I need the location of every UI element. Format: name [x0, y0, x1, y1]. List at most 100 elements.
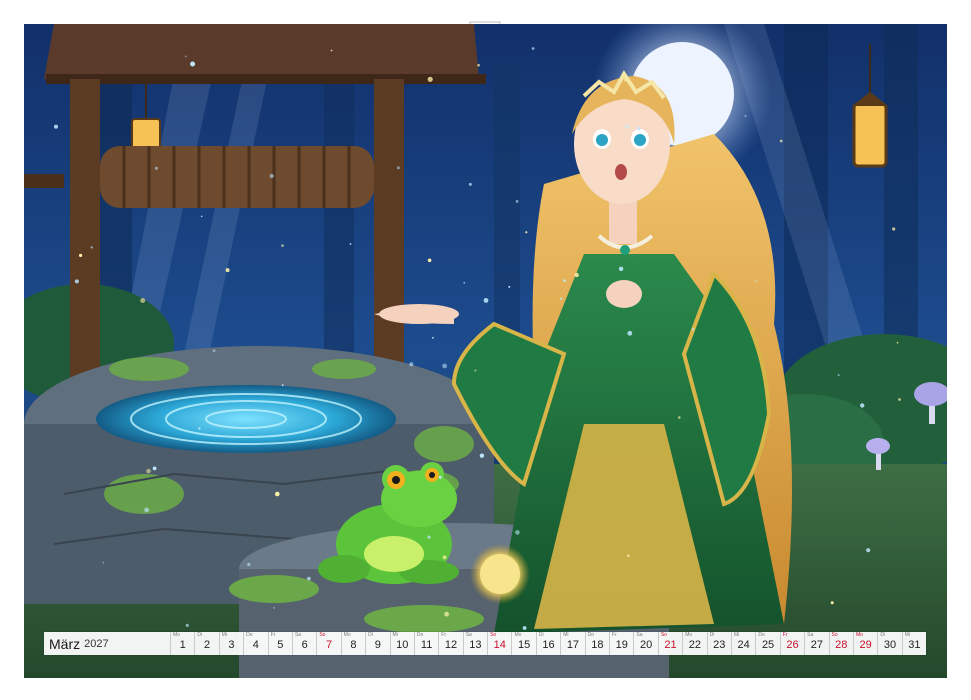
firefly: [144, 507, 149, 513]
day-number: 21: [664, 639, 677, 651]
firefly: [269, 173, 274, 179]
day-cell: Mo 22: [683, 632, 708, 655]
day-cell: Mo 15: [512, 632, 537, 655]
firefly: [468, 182, 472, 186]
day-cell: Mo 29: [854, 632, 879, 655]
day-number: 10: [396, 639, 409, 651]
day-number: 3: [228, 639, 235, 651]
firefly: [330, 49, 333, 52]
day-number: 11: [420, 639, 433, 651]
firefly: [744, 114, 747, 118]
day-cell: Fr 5: [269, 632, 293, 655]
day-cell: Mo 8: [342, 632, 367, 655]
day-number: 16: [542, 639, 555, 651]
day-number: 12: [444, 639, 458, 651]
date-strip: März 2027 Mo 1 Di 2 Mi 3 Do 4 Fr 5 Sa 6 So 7 Mo 8 Di 9 Mi 1…: [44, 632, 926, 655]
firefly: [307, 576, 311, 581]
firefly: [53, 124, 59, 129]
firefly: [432, 336, 434, 339]
firefly: [625, 124, 629, 129]
firefly: [212, 349, 216, 352]
day-cell: Di 16: [537, 632, 562, 655]
day-number: 5: [277, 639, 284, 651]
day-cell: Mi 17: [561, 632, 586, 655]
day-cell: Sa 20: [634, 632, 659, 655]
firefly: [273, 607, 275, 609]
firefly: [525, 231, 528, 234]
day-number: 25: [761, 639, 775, 651]
day-number: 2: [204, 639, 211, 651]
firefly: [896, 341, 899, 344]
day-cell: Fr 26: [781, 632, 806, 655]
day-cell: Di 30: [878, 632, 903, 655]
firefly: [563, 279, 566, 282]
day-number: 20: [639, 639, 653, 651]
firefly: [442, 555, 447, 560]
firefly: [225, 268, 230, 273]
day-cell: Sa 13: [464, 632, 489, 655]
firefly: [474, 369, 477, 372]
firefly: [185, 623, 189, 628]
month-name: März: [49, 635, 81, 652]
firefly: [190, 61, 196, 67]
artwork: [24, 24, 947, 678]
day-cell: Fr 19: [610, 632, 635, 655]
day-cell: So 7: [317, 632, 342, 655]
firefly: [479, 453, 485, 458]
firefly: [637, 127, 641, 131]
firefly: [463, 282, 466, 284]
firefly: [627, 330, 633, 336]
firefly: [438, 475, 442, 479]
day-cell: Mo 1: [171, 632, 196, 655]
firefly: [444, 611, 449, 617]
firefly: [74, 279, 79, 284]
firefly: [247, 562, 251, 567]
firefly: [427, 258, 432, 263]
firefly: [866, 548, 871, 553]
fairy-tale-illustration: [24, 24, 947, 678]
well-water: [96, 385, 396, 453]
firefly: [409, 362, 414, 367]
firefly: [627, 554, 630, 557]
day-number: 23: [713, 639, 726, 651]
day-number: 24: [737, 639, 750, 651]
firefly: [281, 384, 284, 387]
day-cell: So 14: [488, 632, 513, 655]
firefly: [152, 466, 157, 471]
firefly: [898, 398, 901, 401]
firefly: [779, 139, 783, 143]
firefly: [892, 227, 896, 231]
day-cell: Mi 10: [391, 632, 415, 655]
firefly: [140, 298, 146, 303]
firefly: [624, 78, 628, 82]
firefly: [477, 63, 480, 67]
day-cell: Do 4: [244, 632, 269, 655]
day-number: 31: [908, 639, 921, 651]
day-cell: Mi 31: [903, 632, 926, 655]
day-cell: Do 18: [586, 632, 611, 655]
firefly: [79, 253, 83, 257]
firefly: [146, 468, 151, 474]
firefly: [618, 266, 624, 271]
day-cell: Mi 24: [732, 632, 757, 655]
firefly: [281, 244, 284, 248]
day-number: 4: [252, 639, 259, 651]
day-number: 14: [493, 639, 506, 651]
firefly: [560, 297, 563, 300]
firefly: [692, 328, 695, 331]
firefly: [678, 416, 681, 419]
day-cell: Do 25: [756, 632, 781, 655]
firefly: [198, 427, 201, 430]
day-number: 22: [688, 639, 702, 651]
day-number: 15: [518, 639, 531, 651]
day-cell: Fr 12: [439, 632, 464, 655]
calendar-page: März 2027 Mo 1 Di 2 Mi 3 Do 4 Fr 5 Sa 6 So 7 Mo 8 Di 9 Mi 1…: [0, 0, 971, 700]
month-label: März 2027: [44, 632, 171, 655]
firefly: [531, 47, 535, 50]
firefly: [200, 215, 203, 218]
firefly: [102, 561, 105, 564]
month-year: 2027: [84, 637, 109, 650]
day-cell: Di 23: [708, 632, 732, 655]
day-number: 8: [350, 639, 357, 651]
firefly: [594, 84, 598, 88]
